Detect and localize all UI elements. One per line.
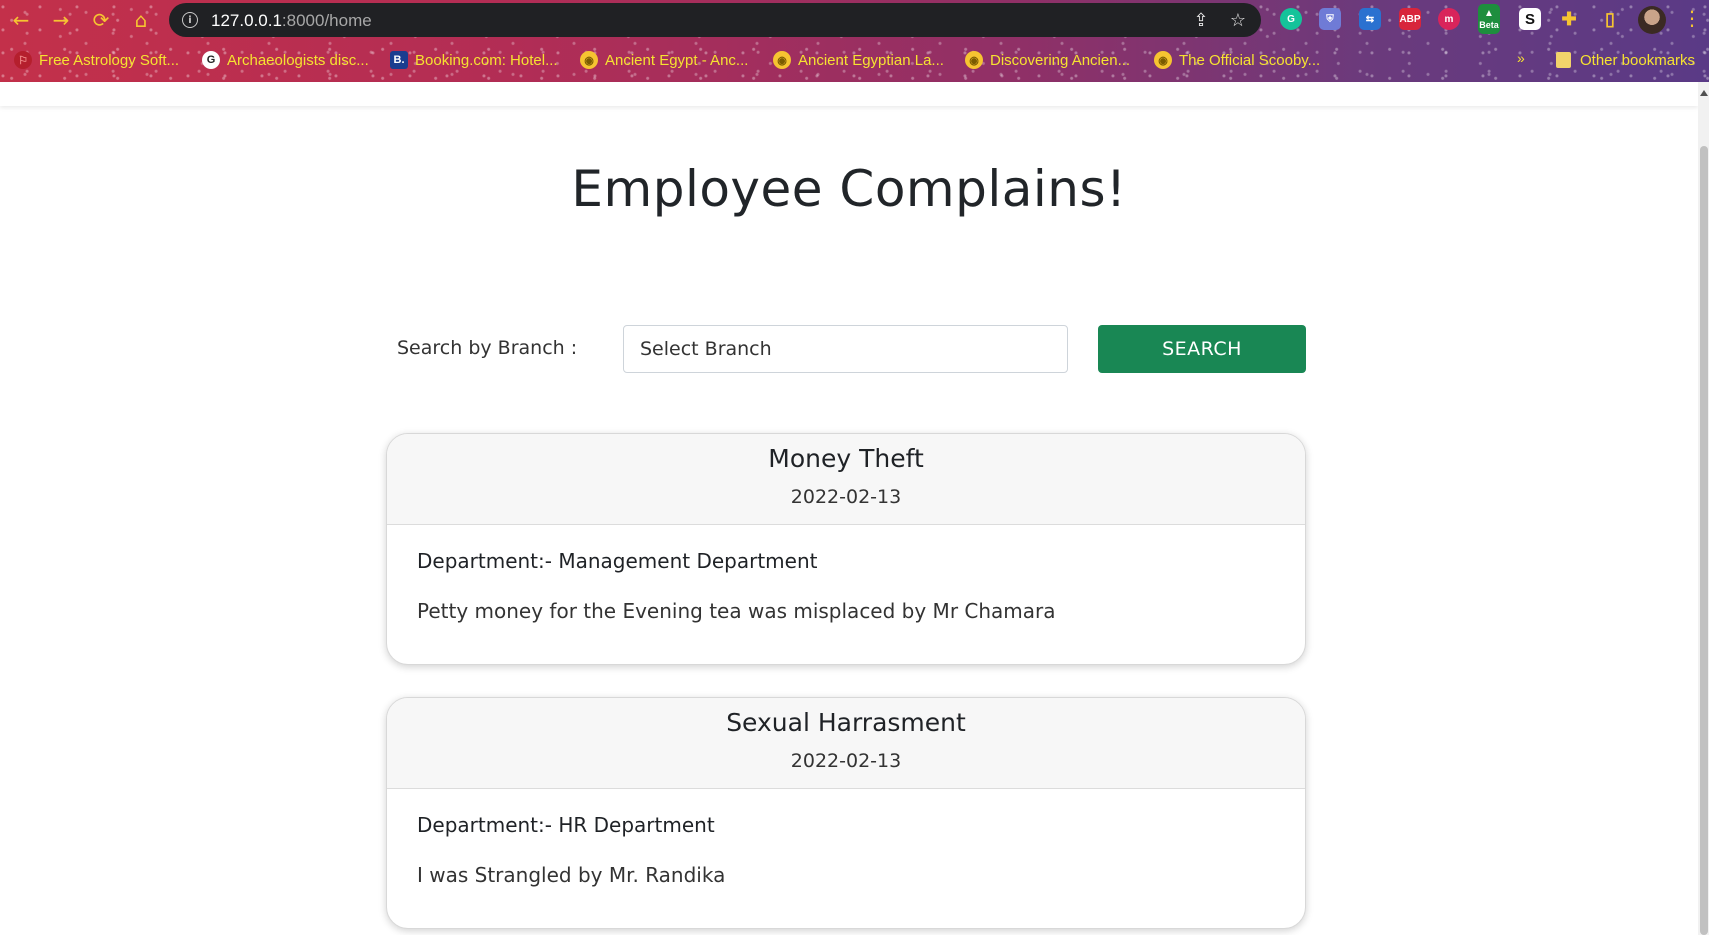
other-bookmarks-label: Other bookmarks	[1580, 51, 1696, 69]
favicon-icon: B.	[390, 51, 408, 69]
reload-icon[interactable]: ⟳	[87, 6, 115, 34]
bookmarks-bar: » Other bookmarks ⚐ Free Astrology Soft..…	[0, 46, 1709, 74]
s-extension-icon-glyph: S	[1524, 10, 1535, 28]
site-info-icon[interactable]: i	[182, 12, 198, 28]
bookmark-label: Ancient Egypt - Anc...	[605, 51, 749, 69]
translate-extension-icon-glyph: ⇆	[1365, 13, 1375, 25]
complaint-card-body: Department:- HR Department I was Strangl…	[387, 789, 1305, 928]
shield-extension-icon-glyph: ⛨	[1326, 13, 1334, 25]
more-bookmarks-chevron[interactable]: »	[1517, 50, 1525, 66]
bookmark-ancient-egyptian-la[interactable]: ◉ Ancient Egyptian La...	[773, 50, 944, 70]
complaint-description: I was Strangled by Mr. Randika	[417, 863, 726, 887]
bookmark-label: Ancient Egyptian La...	[798, 51, 944, 69]
search-button[interactable]: SEARCH	[1098, 325, 1306, 373]
complaint-card-header: Money Theft 2022-02-13	[387, 434, 1305, 525]
complaint-card: Money Theft 2022-02-13 Department:- Mana…	[386, 433, 1306, 665]
shield-extension-icon[interactable]: ⛨	[1319, 8, 1341, 30]
bookmark-label: Discovering Ancien...	[990, 51, 1131, 69]
complaint-card-body: Department:- Management Department Petty…	[387, 525, 1305, 664]
favicon-icon: G	[202, 51, 220, 69]
bookmark-discovering-ancien[interactable]: ◉ Discovering Ancien...	[965, 50, 1130, 70]
scroll-up-arrow-icon[interactable]	[1700, 90, 1708, 96]
favicon-icon: ◉	[773, 51, 791, 69]
bookmark-label: Booking.com: Hotel...	[415, 51, 558, 69]
home-icon[interactable]: ⌂	[127, 6, 155, 34]
bookmark-booking[interactable]: B. Booking.com: Hotel...	[390, 50, 558, 70]
scrollbar-thumb[interactable]	[1700, 146, 1708, 935]
bookmark-label: Free Astrology Soft...	[39, 51, 180, 69]
complaint-date: 2022-02-13	[790, 750, 902, 772]
bookmark-label: The Official Scooby...	[1179, 51, 1321, 69]
bookmark-free-astrology[interactable]: ⚐ Free Astrology Soft...	[14, 50, 179, 70]
grammarly-icon-glyph: G	[1287, 13, 1295, 25]
sidepanel-icon[interactable]: ▯	[1599, 8, 1621, 30]
m-extension-icon[interactable]: m	[1438, 8, 1460, 30]
complaint-title: Sexual Harrasment	[726, 708, 966, 737]
page-scrollbar[interactable]	[1698, 82, 1709, 935]
puzzle-extensions-icon-glyph: ✚	[1561, 8, 1577, 29]
bookmark-official-scooby[interactable]: ◉ The Official Scooby...	[1154, 50, 1320, 70]
url-path: :8000/home	[281, 11, 372, 30]
puzzle-extensions-icon[interactable]: ✚	[1558, 8, 1580, 30]
branch-select-input[interactable]: Select Branch	[623, 325, 1068, 373]
bookmark-star-icon[interactable]: ☆	[1227, 9, 1249, 31]
m-extension-icon-glyph: m	[1444, 13, 1454, 25]
s-extension-icon[interactable]: S	[1519, 8, 1541, 30]
complaint-department: Department:- HR Department	[417, 813, 715, 837]
page-title: Employee Complains!	[571, 160, 1127, 218]
page-navbar	[0, 82, 1698, 106]
browser-chrome: ← → ⟳ ⌂ i 127.0.0.1:8000/home ⇪ ☆ G ⛨ ⇆ ABP…	[0, 0, 1709, 82]
complaint-card: Sexual Harrasment 2022-02-13 Department:…	[386, 697, 1306, 929]
search-by-branch-label: Search by Branch :	[397, 337, 578, 359]
favicon-icon: ◉	[580, 51, 598, 69]
share-icon[interactable]: ⇪	[1190, 9, 1212, 31]
url-host: 127.0.0.1	[211, 11, 282, 30]
beta-extension-icon-glyph: ▲	[1484, 8, 1494, 19]
favicon-icon: ⚐	[14, 51, 32, 69]
branch-select-placeholder: Select Branch	[640, 338, 772, 360]
beta-extension-icon[interactable]: ▲ Beta	[1478, 4, 1500, 34]
bookmark-ancient-egypt[interactable]: ◉ Ancient Egypt - Anc...	[580, 50, 748, 70]
beta-tag: Beta	[1479, 20, 1499, 30]
browser-menu-icon[interactable]: ⋮	[1682, 8, 1702, 28]
adblock-plus-icon-glyph: ABP	[1399, 13, 1421, 25]
complaint-title: Money Theft	[768, 444, 924, 473]
other-bookmarks[interactable]: Other bookmarks	[1556, 50, 1695, 70]
translate-extension-icon[interactable]: ⇆	[1359, 8, 1381, 30]
folder-icon	[1556, 52, 1571, 68]
url-text[interactable]: 127.0.0.1:8000/home	[211, 11, 372, 31]
profile-avatar[interactable]	[1638, 6, 1666, 34]
favicon-icon: ◉	[965, 51, 983, 69]
bookmark-label: Archaeologists disc...	[227, 51, 369, 69]
complaint-description: Petty money for the Evening tea was misp…	[417, 599, 1056, 623]
grammarly-icon[interactable]: G	[1280, 8, 1302, 30]
complaint-date: 2022-02-13	[790, 486, 902, 508]
complaint-card-header: Sexual Harrasment 2022-02-13	[387, 698, 1305, 789]
address-bar[interactable]: i 127.0.0.1:8000/home ⇪ ☆	[169, 3, 1261, 37]
adblock-plus-icon[interactable]: ABP	[1399, 8, 1421, 30]
sidepanel-icon-glyph: ▯	[1605, 8, 1615, 29]
bookmark-archaeologists[interactable]: G Archaeologists disc...	[202, 50, 369, 70]
complaint-department: Department:- Management Department	[417, 549, 818, 573]
forward-arrow-icon[interactable]: →	[47, 6, 75, 34]
favicon-icon: ◉	[1154, 51, 1172, 69]
back-arrow-icon[interactable]: ←	[7, 6, 35, 34]
